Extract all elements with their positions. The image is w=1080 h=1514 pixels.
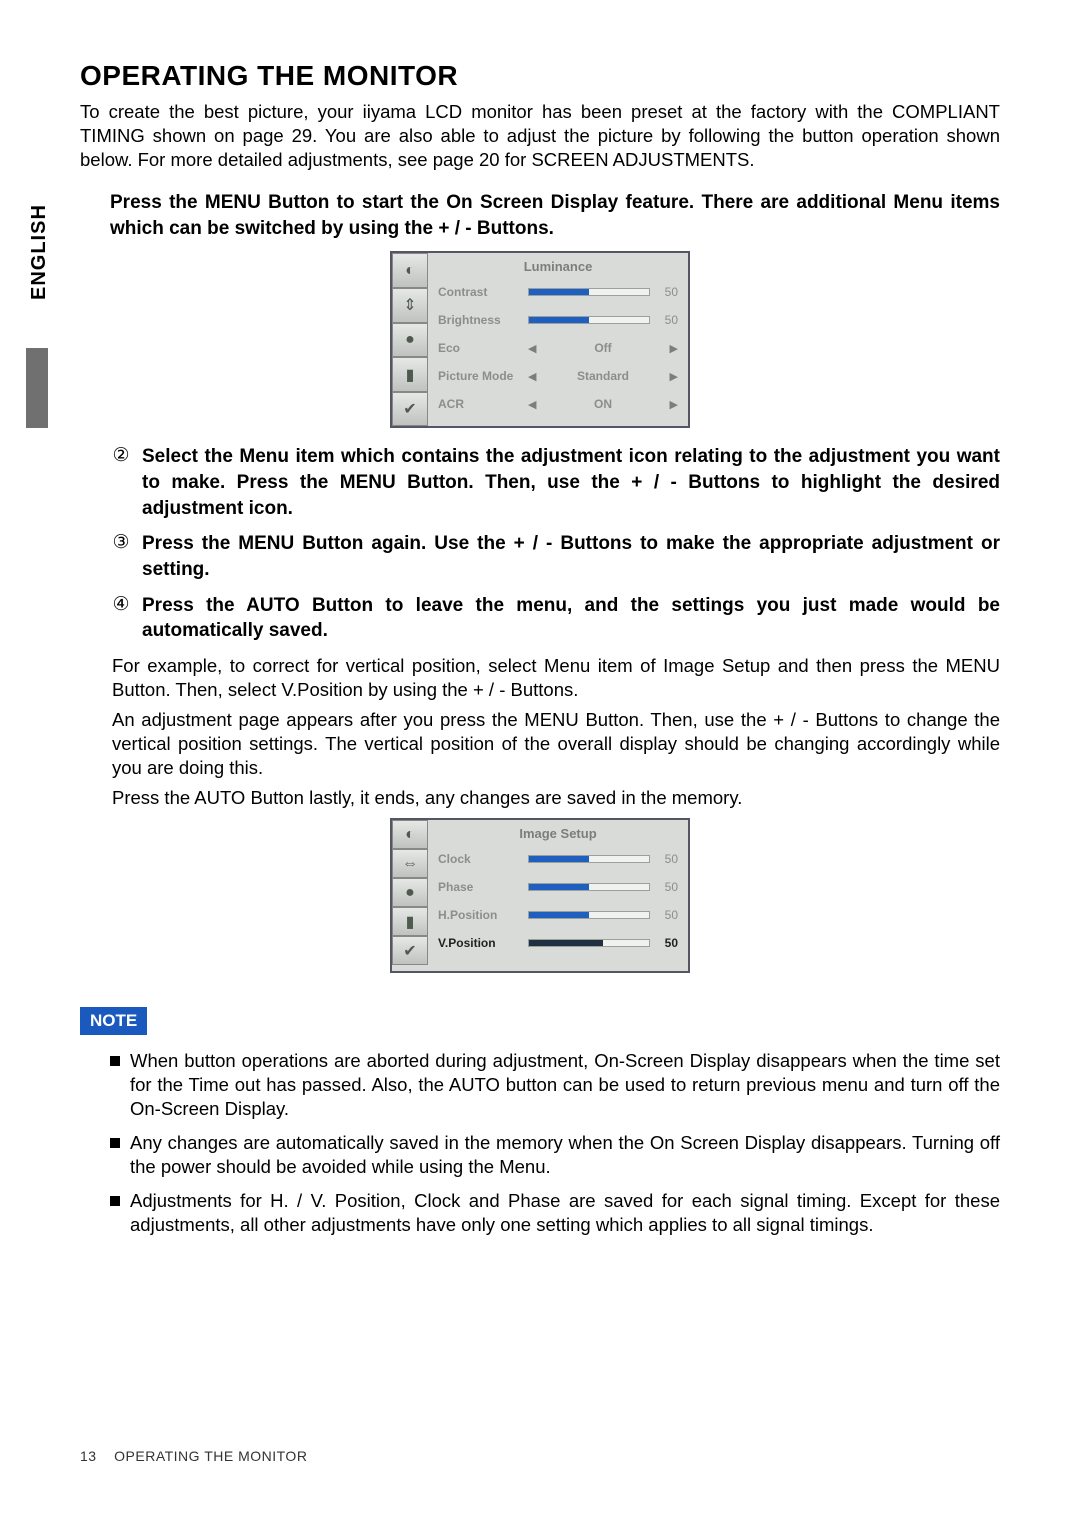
step-4-marker: ④ <box>110 593 132 617</box>
osd-row-label: V.Position <box>438 936 522 950</box>
bullet-icon <box>110 1196 120 1206</box>
bullet-icon <box>110 1056 120 1066</box>
arrow-right-icon[interactable]: ▶ <box>670 370 678 383</box>
arrow-left-icon[interactable]: ◀ <box>528 342 536 355</box>
osd-tab-icon[interactable]: ⇔ <box>392 849 428 878</box>
page-title: OPERATING THE MONITOR <box>80 60 1000 92</box>
arrow-left-icon[interactable]: ◀ <box>528 398 536 411</box>
osd-row[interactable]: ACR ◀ ON ▶ <box>438 390 678 418</box>
bullet-icon <box>110 1138 120 1148</box>
osd-slider[interactable] <box>528 855 650 863</box>
osd-row-label: Picture Mode <box>438 369 522 383</box>
osd-row-label: Clock <box>438 852 522 866</box>
osd-tab-icon[interactable]: ◐ <box>392 253 428 288</box>
osd-tab-icon[interactable]: ▮ <box>392 907 428 936</box>
osd-tab-icon[interactable]: ● <box>392 323 428 358</box>
language-tab: ENGLISH <box>28 204 51 300</box>
step-1-text: Press the MENU Button to start the On Sc… <box>110 190 1000 241</box>
osd-slider[interactable] <box>528 883 650 891</box>
osd-row[interactable]: Contrast 50 <box>438 278 678 306</box>
osd-row[interactable]: Clock 50 <box>438 845 678 873</box>
step-3-marker: ③ <box>110 531 132 555</box>
osd-luminance-panel: ◐⇕●▮✔ Luminance Contrast 50 Brightness 50 Ec… <box>390 251 690 428</box>
osd-row-label: Brightness <box>438 313 522 327</box>
osd-value: 50 <box>656 313 678 327</box>
osd-row[interactable]: Brightness 50 <box>438 306 678 334</box>
note-1: When button operations are aborted durin… <box>130 1049 1000 1121</box>
step-3-text: Press the MENU Button again. Use the + /… <box>142 531 1000 582</box>
osd-row[interactable]: Phase 50 <box>438 873 678 901</box>
osd-value: 50 <box>656 936 678 950</box>
osd-select-value: Off <box>594 341 611 355</box>
osd-tab-icon[interactable]: ◐ <box>392 820 428 849</box>
step-2-marker: ② <box>110 444 132 468</box>
example-paragraph-3: Press the AUTO Button lastly, it ends, a… <box>112 786 1000 810</box>
osd-slider[interactable] <box>528 939 650 947</box>
osd-tab-icon[interactable]: ▮ <box>392 357 428 392</box>
osd-row[interactable]: Eco ◀ Off ▶ <box>438 334 678 362</box>
step-4-text: Press the AUTO Button to leave the menu,… <box>142 593 1000 644</box>
arrow-left-icon[interactable]: ◀ <box>528 370 536 383</box>
osd-row-label: Contrast <box>438 285 522 299</box>
example-paragraph-2: An adjustment page appears after you pre… <box>112 708 1000 780</box>
osd-row[interactable]: Picture Mode ◀ Standard ▶ <box>438 362 678 390</box>
osd-slider[interactable] <box>528 316 650 324</box>
osd-slider[interactable] <box>528 288 650 296</box>
osd-select-value: Standard <box>577 369 629 383</box>
osd-row-label: ACR <box>438 397 522 411</box>
page-number: 13 <box>80 1448 97 1464</box>
osd-value: 50 <box>656 880 678 894</box>
osd-tab-icon[interactable]: ● <box>392 878 428 907</box>
osd-row[interactable]: H.Position 50 <box>438 901 678 929</box>
note-badge: NOTE <box>80 1007 147 1035</box>
osd-luminance-title: Luminance <box>438 259 678 274</box>
osd-row-label: Eco <box>438 341 522 355</box>
page-footer: 13 OPERATING THE MONITOR <box>80 1448 307 1464</box>
osd-tab-icon[interactable]: ⇕ <box>392 288 428 323</box>
intro-paragraph: To create the best picture, your iiyama … <box>80 100 1000 172</box>
arrow-right-icon[interactable]: ▶ <box>670 398 678 411</box>
osd-row-label: H.Position <box>438 908 522 922</box>
osd-value: 50 <box>656 908 678 922</box>
osd-value: 50 <box>656 285 678 299</box>
osd-row[interactable]: V.Position 50 <box>438 929 678 957</box>
osd-value: 50 <box>656 852 678 866</box>
osd-image-setup-panel: ◐⇔●▮✔ Image Setup Clock50Phase50H.Positi… <box>390 818 690 973</box>
osd-slider[interactable] <box>528 911 650 919</box>
osd-tab-icon[interactable]: ✔ <box>392 392 428 427</box>
note-3: Adjustments for H. / V. Position, Clock … <box>130 1189 1000 1237</box>
example-paragraph-1: For example, to correct for vertical pos… <box>112 654 1000 702</box>
osd-tab-icon[interactable]: ✔ <box>392 936 428 965</box>
osd-row-label: Phase <box>438 880 522 894</box>
osd-image-setup-title: Image Setup <box>438 826 678 841</box>
osd-select-value: ON <box>594 397 612 411</box>
language-tab-accent <box>26 348 48 428</box>
step-2-text: Select the Menu item which contains the … <box>142 444 1000 521</box>
arrow-right-icon[interactable]: ▶ <box>670 342 678 355</box>
footer-label: OPERATING THE MONITOR <box>114 1448 307 1464</box>
note-2: Any changes are automatically saved in t… <box>130 1131 1000 1179</box>
